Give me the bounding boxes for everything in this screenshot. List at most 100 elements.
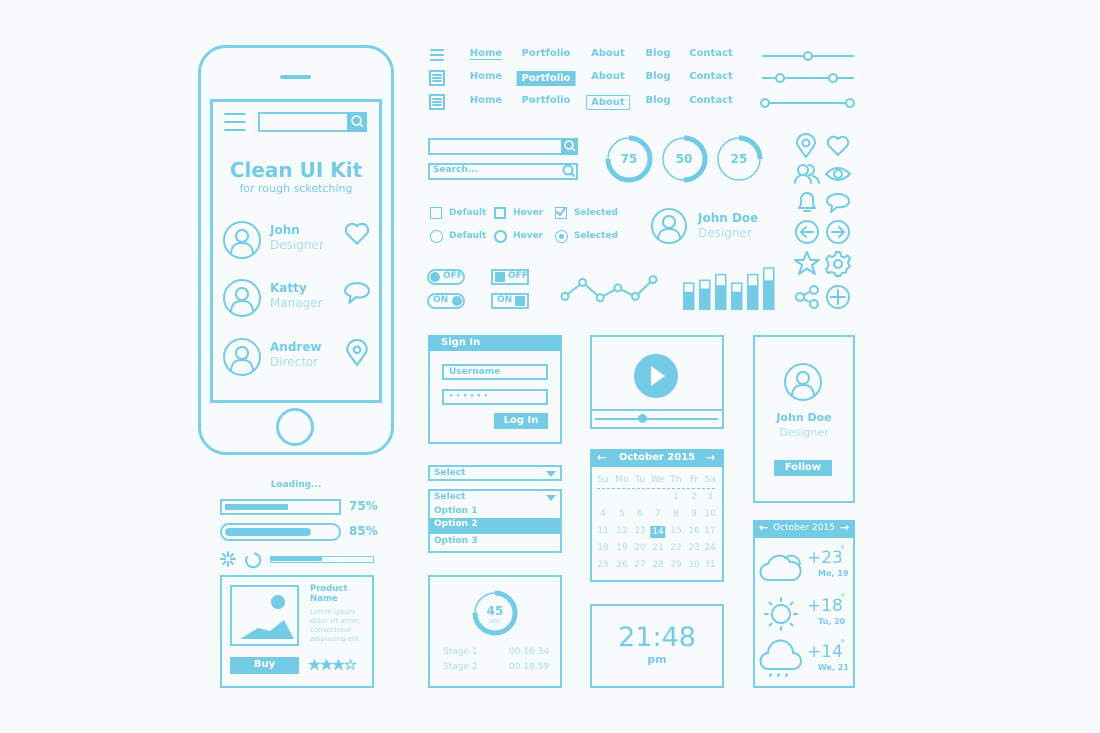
calendar-day[interactable]: 25 [597, 560, 608, 570]
calendar-day[interactable]: 9 [691, 509, 697, 519]
calendar-day[interactable]: 20 [634, 543, 645, 553]
phone-search-button[interactable] [347, 112, 367, 132]
buy-button[interactable]: Buy [230, 657, 299, 674]
select-option[interactable]: Option 1 [434, 506, 477, 516]
share-icon[interactable] [795, 285, 819, 309]
checkbox-selected[interactable] [555, 207, 567, 219]
users-icon[interactable] [794, 164, 820, 184]
nav-link-portfolio[interactable]: Portfolio [522, 95, 571, 106]
search-button[interactable] [561, 138, 578, 155]
toggle-on[interactable]: ON [427, 293, 465, 309]
calendar-day[interactable]: 1 [673, 492, 679, 502]
search-icon[interactable] [562, 164, 575, 177]
slider-thumb[interactable] [759, 98, 770, 108]
arrow-left-icon[interactable] [795, 220, 819, 244]
nav-link-home[interactable]: Home [470, 95, 502, 106]
password-input[interactable]: • • • • • • [442, 389, 548, 405]
video-seek-thumb[interactable] [637, 414, 647, 423]
calendar-day[interactable]: 26 [616, 560, 627, 570]
bell-icon[interactable] [796, 190, 818, 214]
video-seek-track[interactable] [595, 418, 718, 420]
calendar-day[interactable]: 29 [670, 560, 681, 570]
calendar-day[interactable]: 3 [707, 492, 713, 502]
checkbox-hover[interactable] [494, 207, 506, 219]
calendar-day[interactable]: 24 [704, 543, 715, 553]
square-toggle-on[interactable]: ON [491, 293, 529, 309]
calendar-day[interactable]: 6 [637, 509, 643, 519]
calendar-day[interactable]: 8 [673, 509, 679, 519]
nav-link-about[interactable]: About [591, 48, 625, 59]
nav-link-blog[interactable]: Blog [645, 95, 670, 106]
select-closed[interactable]: Select [428, 465, 562, 481]
radio-default[interactable] [430, 230, 443, 243]
calendar-day[interactable]: 28 [652, 560, 663, 570]
calendar-day[interactable]: 21 [652, 543, 663, 553]
arrow-right-icon[interactable] [826, 220, 850, 244]
slider-thumb[interactable] [803, 51, 813, 61]
login-button[interactable]: Log In [494, 413, 548, 429]
calendar-day[interactable]: 14 [650, 526, 666, 538]
checkbox-default[interactable] [430, 207, 442, 219]
calendar-day[interactable]: 27 [634, 560, 645, 570]
menu-icon[interactable] [429, 70, 445, 86]
radio-selected[interactable] [555, 230, 568, 243]
nav-link-home[interactable]: Home [470, 71, 502, 82]
nav-link-home[interactable]: Home [469, 48, 503, 60]
nav-link-contact[interactable]: Contact [689, 71, 733, 82]
star-icon[interactable] [343, 658, 358, 671]
gear-icon[interactable] [825, 251, 851, 277]
slider-track[interactable] [762, 102, 854, 104]
menu-icon[interactable] [429, 47, 445, 63]
star-icon[interactable] [331, 658, 346, 671]
star-icon[interactable] [319, 658, 334, 671]
select-option-selected[interactable]: Option 2 [430, 518, 560, 534]
calendar-day[interactable]: 12 [616, 526, 627, 536]
username-input[interactable]: Username [442, 364, 548, 380]
location-pin-icon[interactable] [796, 133, 816, 158]
select-open[interactable]: Select Option 1 Option 2 Option 3 [428, 489, 562, 553]
nav-link-blog[interactable]: Blog [645, 71, 670, 82]
nav-link-about[interactable]: About [586, 95, 630, 110]
phone-home-button[interactable] [276, 408, 314, 446]
heart-icon[interactable] [344, 222, 370, 249]
nav-link-portfolio[interactable]: Portfolio [522, 48, 571, 59]
nav-link-portfolio[interactable]: Portfolio [516, 71, 576, 86]
slider-thumb[interactable] [827, 73, 838, 83]
follow-button[interactable]: Follow [774, 460, 832, 476]
calendar-day[interactable]: 10 [704, 509, 715, 519]
calendar-day[interactable]: 11 [597, 526, 608, 536]
heart-icon[interactable] [826, 135, 850, 156]
search-input-filled-button[interactable] [428, 138, 578, 155]
nav-link-about[interactable]: About [591, 71, 625, 82]
nav-link-contact[interactable]: Contact [689, 95, 733, 106]
nav-link-contact[interactable]: Contact [689, 48, 733, 59]
slider-thumb[interactable] [845, 98, 856, 108]
calendar-day[interactable]: 22 [670, 543, 681, 553]
star-icon[interactable] [794, 251, 820, 275]
calendar-day[interactable]: 4 [600, 509, 606, 519]
nav-link-blog[interactable]: Blog [645, 48, 670, 59]
calendar-day[interactable]: 13 [634, 526, 645, 536]
plus-circle-icon[interactable] [826, 285, 850, 309]
calendar-day[interactable]: 30 [688, 560, 699, 570]
square-toggle-off[interactable]: OFF [491, 269, 529, 285]
chat-bubble-icon[interactable] [826, 192, 850, 214]
calendar-day[interactable]: 5 [619, 509, 625, 519]
calendar-day[interactable]: 17 [704, 526, 715, 536]
eye-icon[interactable] [825, 166, 851, 182]
star-icon[interactable] [307, 658, 322, 671]
calendar-day[interactable]: 23 [688, 543, 699, 553]
toggle-off[interactable]: OFF [427, 269, 465, 285]
calendar-day[interactable]: 18 [597, 543, 608, 553]
calendar-day[interactable]: 15 [670, 526, 681, 536]
calendar-day[interactable]: 2 [691, 492, 697, 502]
hamburger-menu-icon[interactable] [224, 112, 246, 132]
play-button-icon[interactable] [634, 354, 678, 398]
menu-icon[interactable] [429, 94, 445, 110]
calendar-day[interactable]: 19 [616, 543, 627, 553]
calendar-day[interactable]: 16 [688, 526, 699, 536]
calendar-day[interactable]: 31 [704, 560, 715, 570]
chat-icon[interactable] [344, 281, 370, 307]
calendar-day[interactable]: 7 [655, 509, 661, 519]
location-pin-icon[interactable] [344, 338, 370, 366]
